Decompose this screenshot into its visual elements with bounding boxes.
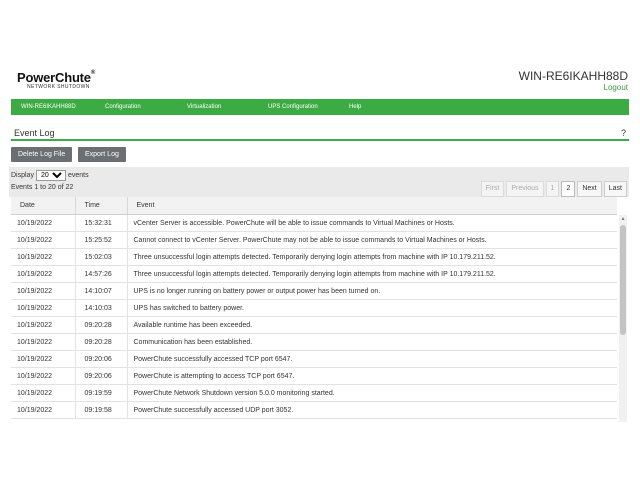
cell-time: 09:20:06 [75, 367, 128, 385]
table-row: 10/19/2022 14:10:03 UPS has switched to ba… [11, 299, 617, 317]
cell-time: 09:20:28 [75, 316, 128, 334]
nav-item-help[interactable]: Help [339, 104, 371, 110]
hostname-label: WIN-RE6IKAHH88D [518, 69, 628, 83]
event-log-table: Date Time Event 10/19/2022 15:32:31 vCente… [11, 197, 617, 419]
page-size-select[interactable]: 20 [35, 170, 66, 181]
main-nav: WIN-RE6IKAHH88D Configuration Virtualiza… [11, 99, 629, 115]
column-header-time[interactable]: Time [75, 197, 128, 215]
cell-time: 14:10:07 [75, 282, 128, 300]
cell-event: Three unsuccessful login attempts detect… [127, 265, 617, 283]
cell-time: 09:19:59 [75, 384, 128, 402]
export-log-button[interactable]: Export Log [78, 147, 126, 162]
cell-date: 10/19/2022 [11, 367, 76, 385]
cell-time: 09:20:28 [75, 333, 128, 351]
column-header-date[interactable]: Date [11, 197, 76, 215]
cell-time: 15:25:52 [75, 231, 128, 249]
nav-item-virtualization[interactable]: Virtualization [177, 104, 258, 110]
pagination: First Previous 1 2 Next Last [480, 181, 627, 197]
nav-item-configuration[interactable]: Configuration [95, 104, 177, 110]
table-row: 10/19/2022 09:20:06 PowerChute is attempti… [11, 367, 617, 385]
table-row: 10/19/2022 14:57:26 Three unsuccessful log… [11, 265, 617, 283]
bottom-band [0, 422, 640, 480]
cell-date: 10/19/2022 [11, 350, 76, 368]
cell-event: vCenter Server is accessible. PowerChute… [127, 214, 617, 232]
title-divider [11, 139, 629, 141]
cell-date: 10/19/2022 [11, 248, 76, 266]
cell-time: 14:57:26 [75, 265, 128, 283]
cell-event: Cannot connect to vCenter Server. PowerC… [127, 231, 617, 249]
pager-page-1[interactable]: 1 [545, 181, 560, 197]
table-row: 10/19/2022 15:32:31 vCenter Server is acce… [11, 214, 617, 232]
logo-subtitle: NETWORK SHUTDOWN [27, 84, 90, 90]
scroll-up-arrow-icon[interactable]: ▲ [619, 215, 627, 223]
pager-previous-button[interactable]: Previous [506, 181, 544, 197]
display-label: Display [11, 172, 34, 179]
cell-date: 10/19/2022 [11, 299, 76, 317]
cell-date: 10/19/2022 [11, 231, 76, 249]
events-label: events [67, 172, 89, 179]
logout-link[interactable]: Logout [604, 83, 628, 92]
cell-event: Three unsuccessful login attempts detect… [127, 248, 617, 266]
cell-event: PowerChute Network Shutdown version 5.0.… [127, 384, 617, 402]
cell-event: PowerChute successfully accessed TCP por… [127, 350, 617, 368]
cell-time: 15:02:03 [75, 248, 128, 266]
table-row: 10/19/2022 09:19:58 PowerChute successfull… [11, 401, 617, 419]
cell-event: PowerChute is attempting to access TCP p… [127, 367, 617, 385]
cell-event: UPS has switched to battery power. [127, 299, 617, 317]
table-row: 10/19/2022 09:19:59 PowerChute Network Shu… [11, 384, 617, 402]
pager-page-2[interactable]: 2 [561, 181, 576, 197]
table-row: 10/19/2022 09:20:06 PowerChute successfull… [11, 350, 617, 368]
column-header-event[interactable]: Event [127, 197, 617, 215]
cell-date: 10/19/2022 [11, 401, 76, 419]
cell-date: 10/19/2022 [11, 333, 76, 351]
table-header-row: Date Time Event [11, 197, 617, 215]
cell-date: 10/19/2022 [11, 384, 76, 402]
display-control: Display 20 events [11, 170, 89, 181]
app-window: PowerChute® NETWORK SHUTDOWN WIN-RE6IKAH… [0, 62, 640, 422]
cell-event: Communication has been established. [127, 333, 617, 351]
table-scrollbar[interactable]: ▲ [619, 215, 627, 422]
pager-last-button[interactable]: Last [603, 181, 627, 197]
table-toolbar: Display 20 events Events 1 to 20 of 22 F… [9, 167, 629, 197]
event-table-container: Date Time Event 10/19/2022 15:32:31 vCente… [11, 197, 617, 422]
page-title: Event Log [14, 128, 55, 138]
cell-date: 10/19/2022 [11, 265, 76, 283]
cell-time: 09:20:06 [75, 350, 128, 368]
cell-event: PowerChute successfully accessed UDP por… [127, 401, 617, 419]
help-icon[interactable]: ? [621, 128, 626, 138]
table-row: 10/19/2022 15:02:03 Three unsuccessful log… [11, 248, 617, 266]
delete-log-button[interactable]: Delete Log File [11, 147, 73, 162]
cell-event: UPS is no longer running on battery powe… [127, 282, 617, 300]
scrollbar-thumb[interactable] [620, 225, 626, 335]
cell-event: Available runtime has been exceeded. [127, 316, 617, 334]
logo-brand-text: PowerChute [17, 70, 91, 85]
top-band [0, 0, 640, 62]
table-row: 10/19/2022 09:20:28 Communication has been… [11, 333, 617, 351]
table-row: 10/19/2022 15:25:52 Cannot connect to vCen… [11, 231, 617, 249]
cell-time: 14:10:03 [75, 299, 128, 317]
cell-time: 09:19:58 [75, 401, 128, 419]
table-row: 10/19/2022 09:20:28 Available runtime has … [11, 316, 617, 334]
nav-item-ups-configuration[interactable]: UPS Configuration [258, 104, 339, 110]
cell-time: 15:32:31 [75, 214, 128, 232]
logo-trademark: ® [90, 70, 96, 76]
cell-date: 10/19/2022 [11, 316, 76, 334]
events-count: Events 1 to 20 of 22 [11, 184, 74, 191]
cell-date: 10/19/2022 [11, 214, 76, 232]
pager-first-button[interactable]: First [480, 181, 505, 197]
table-row: 10/19/2022 14:10:07 UPS is no longer runni… [11, 282, 617, 300]
pager-next-button[interactable]: Next [577, 181, 602, 197]
nav-item-host[interactable]: WIN-RE6IKAHH88D [11, 104, 95, 110]
cell-date: 10/19/2022 [11, 282, 76, 300]
powerchute-logo: PowerChute® NETWORK SHUTDOWN [17, 70, 95, 90]
